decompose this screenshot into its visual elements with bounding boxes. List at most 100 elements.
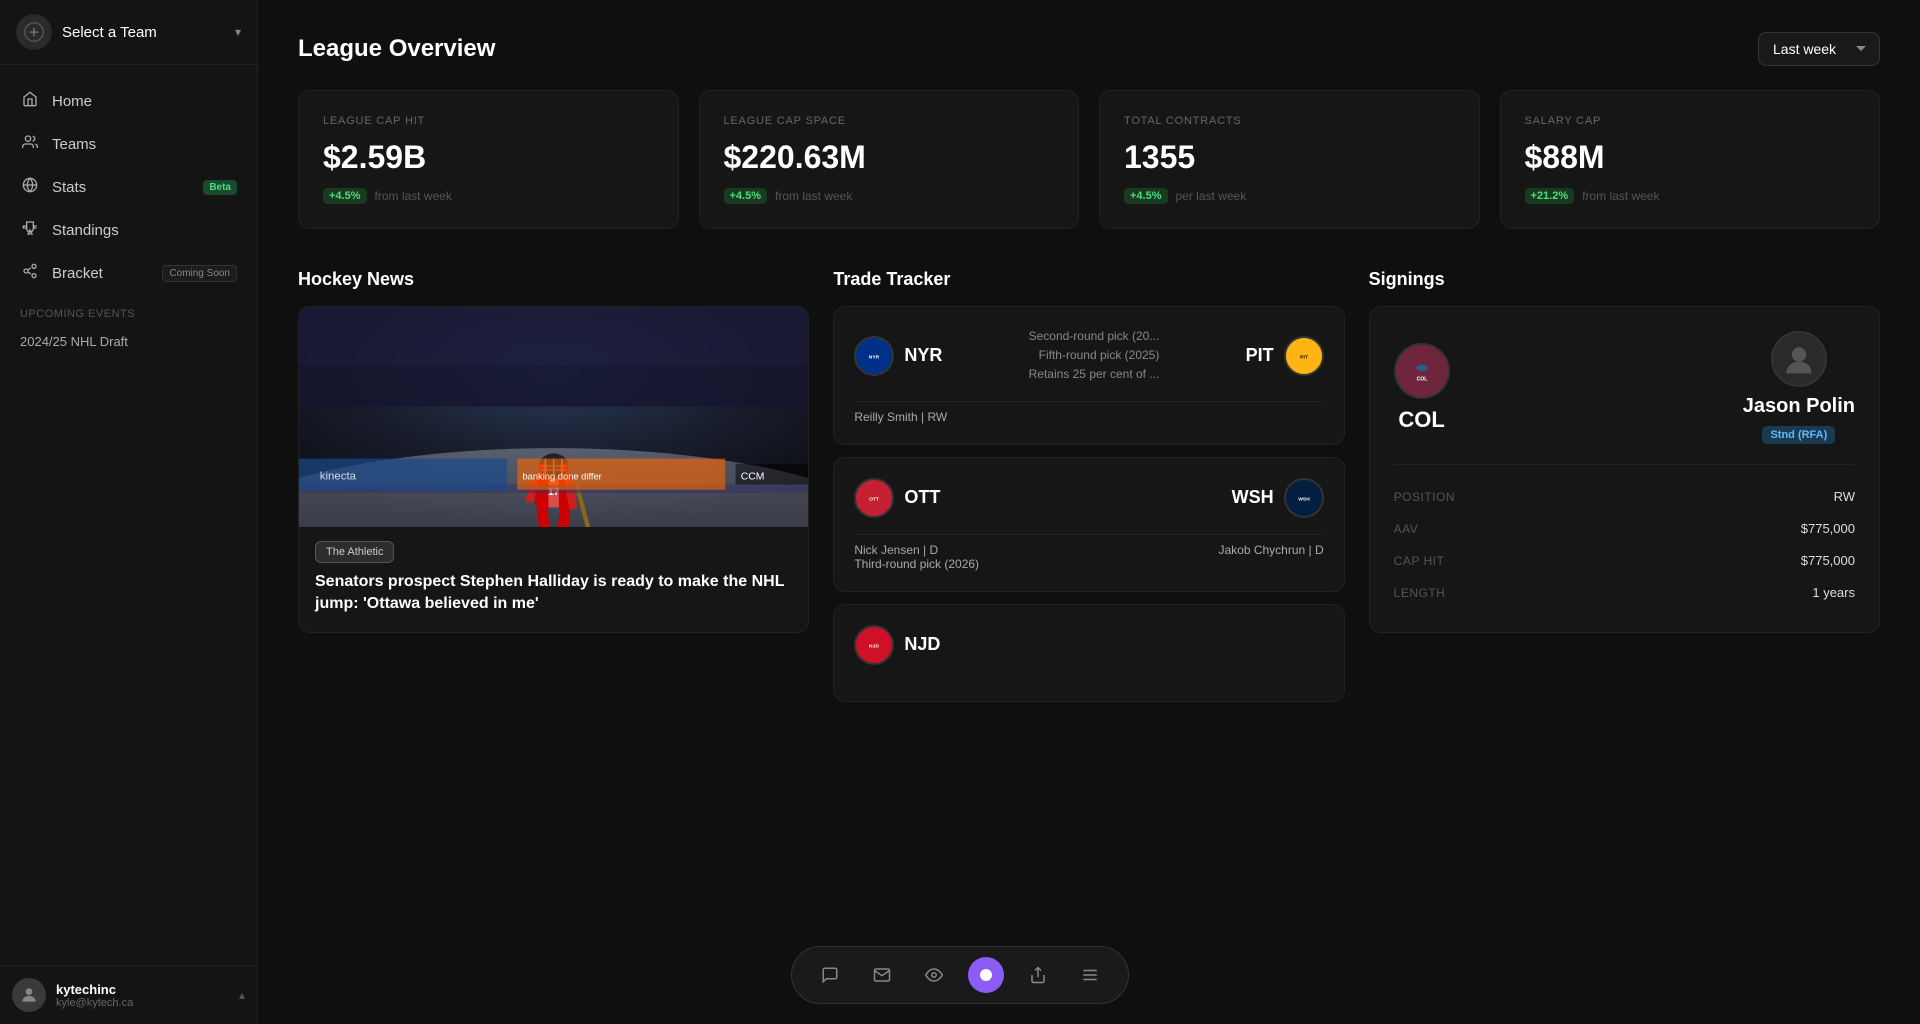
position-value: RW <box>1834 489 1855 504</box>
stats-grid: LEAGUE CAP HIT $2.59B +4.5% from last we… <box>298 90 1880 229</box>
user-avatar <box>12 978 46 1012</box>
sidebar-nav: Home Teams Stats Be <box>0 65 257 965</box>
bottom-toolbar <box>791 946 1129 1004</box>
svg-text:OTT: OTT <box>869 496 879 502</box>
signing-team-col: COL COL <box>1394 343 1450 433</box>
signing-team-abbr: COL <box>1398 407 1444 433</box>
home-icon <box>20 91 40 112</box>
main-content: League Overview Last week Last month Las… <box>258 0 1920 1024</box>
timeframe-select[interactable]: Last week Last month Last year <box>1758 32 1880 66</box>
signing-detail-aav: AAV $775,000 <box>1394 513 1855 545</box>
user-details: kytechinc kyle@kytech.ca <box>56 982 133 1009</box>
stat-change-salary-cap: +21.2% from last week <box>1525 188 1856 204</box>
stat-change-text-cap-space: from last week <box>775 189 852 203</box>
position-label: Position <box>1394 490 1455 504</box>
trade-card-3: NJD NJD <box>833 604 1344 702</box>
news-image: 17 <box>299 307 808 527</box>
toolbar-eye-button[interactable] <box>916 957 952 993</box>
length-label: LENGTH <box>1394 586 1446 600</box>
stat-change-cap-hit: +4.5% from last week <box>323 188 654 204</box>
user-email: kyle@kytech.ca <box>56 997 133 1009</box>
sidebar-item-label-standings: Standings <box>52 222 237 239</box>
stat-card-cap-hit: LEAGUE CAP HIT $2.59B +4.5% from last we… <box>298 90 679 229</box>
news-source: The Athletic <box>315 541 394 563</box>
team-abbr-nyr: NYR <box>904 345 942 366</box>
trade-team-nyr: NYR NYR <box>854 336 942 376</box>
toolbar-mail-button[interactable] <box>864 957 900 993</box>
trade-tracker-section: Trade Tracker NYR NYR Second-round pick … <box>833 269 1344 714</box>
cap-hit-value: $775,000 <box>1801 553 1855 568</box>
signings-title: Signings <box>1369 269 1880 290</box>
toolbar-active-button[interactable] <box>968 957 1004 993</box>
signing-detail-length: LENGTH 1 years <box>1394 577 1855 608</box>
hockey-news-section: Hockey News <box>298 269 809 714</box>
stat-label-cap-space: LEAGUE CAP SPACE <box>724 115 1055 127</box>
standings-icon <box>20 220 40 241</box>
sidebar-item-home[interactable]: Home <box>8 81 249 122</box>
trade-player-ott: Nick Jensen | D Third-round pick (2026) <box>854 543 979 571</box>
user-info: kytechinc kyle@kytech.ca <box>12 978 133 1012</box>
trade-player-nyr: Reilly Smith | RW <box>854 410 947 424</box>
main-header: League Overview Last week Last month Las… <box>298 32 1880 66</box>
sidebar-item-label-bracket: Bracket <box>52 265 150 282</box>
stat-change-text-cap-hit: from last week <box>375 189 452 203</box>
stat-label-cap-hit: LEAGUE CAP HIT <box>323 115 654 127</box>
svg-text:CCM: CCM <box>741 471 765 482</box>
news-headline: Senators prospect Stephen Halliday is re… <box>299 571 808 632</box>
team-selector[interactable]: Select a Team ▾ <box>0 0 257 65</box>
cap-hit-label: CAP HIT <box>1394 554 1445 568</box>
toolbar-chat-button[interactable] <box>812 957 848 993</box>
team-abbr-wsh: WSH <box>1232 487 1274 508</box>
stat-value-cap-hit: $2.59B <box>323 139 654 176</box>
trade-card-1: NYR NYR Second-round pick (20... Fifth-r… <box>833 306 1344 445</box>
sidebar-item-standings[interactable]: Standings <box>8 210 249 251</box>
team-abbr-pit: PIT <box>1246 345 1274 366</box>
team-selector-label: Select a Team <box>62 24 157 41</box>
chevron-down-icon: ▾ <box>235 25 241 39</box>
trade-card-2: OTT OTT WSH WSH <box>833 457 1344 592</box>
signing-card: COL COL Jason Polin Stn <box>1369 306 1880 633</box>
trade-tracker-title: Trade Tracker <box>833 269 1344 290</box>
pit-badge: PIT <box>1284 336 1324 376</box>
signings-section: Signings COL COL <box>1369 269 1880 714</box>
sidebar-item-bracket[interactable]: Bracket Coming Soon <box>8 253 249 294</box>
stat-change-text-contracts: per last week <box>1176 189 1247 203</box>
sidebar-item-label-stats: Stats <box>52 179 191 196</box>
trade-detail-1: Second-round pick (20... Fifth-round pic… <box>1029 327 1160 385</box>
sidebar-item-stats[interactable]: Stats Beta <box>8 167 249 208</box>
svg-text:NYR: NYR <box>869 354 880 360</box>
svg-text:NJD: NJD <box>869 643 879 649</box>
signing-player: Jason Polin Stnd (RFA) <box>1743 331 1855 444</box>
stat-card-cap-space: LEAGUE CAP SPACE $220.63M +4.5% from las… <box>699 90 1080 229</box>
trade-team-wsh: WSH WSH <box>1232 478 1324 518</box>
upcoming-events-label: Upcoming Events <box>8 296 249 326</box>
teams-icon <box>20 134 40 155</box>
stat-value-cap-space: $220.63M <box>724 139 1055 176</box>
stat-change-badge-cap-hit: +4.5% <box>323 188 367 204</box>
toolbar-menu-button[interactable] <box>1072 957 1108 993</box>
content-row: Hockey News <box>298 269 1880 714</box>
sidebar-event-nhl-draft[interactable]: 2024/25 NHL Draft <box>8 326 249 357</box>
aav-value: $775,000 <box>1801 521 1855 536</box>
team-abbr-njd: NJD <box>904 634 940 655</box>
trade-team-pit: PIT PIT <box>1246 336 1324 376</box>
team-selector-left: Select a Team <box>16 14 157 50</box>
signing-header: COL COL Jason Polin Stn <box>1394 331 1855 444</box>
nyr-badge: NYR <box>854 336 894 376</box>
stat-value-contracts: 1355 <box>1124 139 1455 176</box>
signing-details: Position RW AAV $775,000 CAP HIT $775,00… <box>1394 464 1855 608</box>
toolbar-share-button[interactable] <box>1020 957 1056 993</box>
svg-text:kinecta: kinecta <box>320 470 357 482</box>
stats-icon <box>20 177 40 198</box>
player-avatar <box>1771 331 1827 387</box>
chevron-up-icon: ▴ <box>239 988 245 1002</box>
news-card[interactable]: 17 <box>298 306 809 633</box>
njd-badge: NJD <box>854 625 894 665</box>
aav-label: AAV <box>1394 522 1419 536</box>
sidebar-item-teams[interactable]: Teams <box>8 124 249 165</box>
news-source-container: The Athletic <box>299 527 808 571</box>
user-name: kytechinc <box>56 982 133 997</box>
stat-change-badge-cap-space: +4.5% <box>724 188 768 204</box>
svg-text:WSH: WSH <box>1298 496 1310 502</box>
beta-badge: Beta <box>203 180 237 195</box>
